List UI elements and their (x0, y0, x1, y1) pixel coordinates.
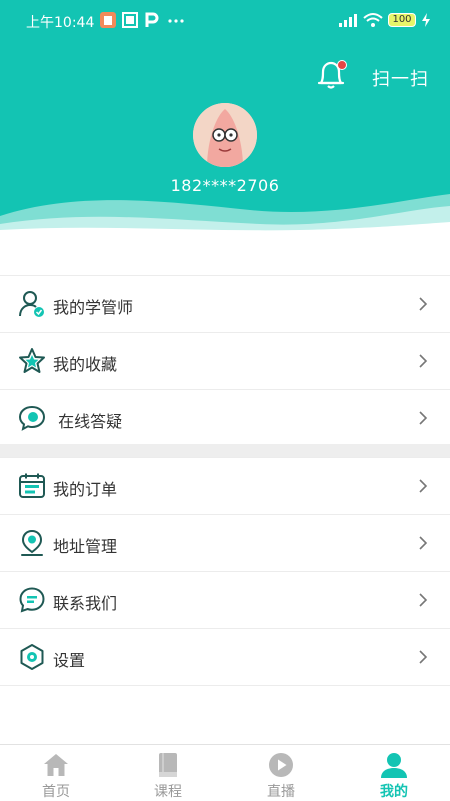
chevron-right-icon (419, 411, 428, 425)
menu-item-address[interactable]: 地址管理 (0, 514, 450, 571)
section-divider (0, 444, 450, 457)
home-icon (44, 754, 68, 776)
p-icon (145, 12, 159, 27)
status-bar: 上午10:44 100 (0, 0, 450, 42)
menu-item-label: 设置 (53, 651, 86, 670)
person-icon (381, 753, 407, 778)
battery-icon: 100 (388, 13, 416, 27)
bottom-tab-bar: 首页 课程 直播 我的 (0, 744, 450, 801)
play-icon (269, 753, 293, 777)
menu-item-orders[interactable]: 我的订单 (0, 457, 450, 514)
tab-label: 首页 (42, 784, 70, 800)
chevron-right-icon (419, 536, 428, 550)
chevron-right-icon (419, 297, 428, 311)
menu-item-favorites[interactable]: 我的收藏 (0, 332, 450, 389)
charging-icon (422, 13, 430, 27)
location-icon (21, 529, 43, 556)
tab-mine[interactable]: 我的 (338, 745, 450, 801)
menu-group-primary: 我的学管师 我的收藏 在线答疑 (0, 275, 450, 446)
menu-item-online-qa[interactable]: 在线答疑 (0, 389, 450, 446)
tab-courses[interactable]: 课程 (112, 745, 224, 801)
notification-bell-icon[interactable] (313, 58, 351, 92)
book-icon (159, 753, 177, 777)
avatar[interactable] (193, 103, 257, 167)
menu-item-contact[interactable]: 联系我们 (0, 571, 450, 628)
menu-group-secondary: 我的订单 地址管理 联系我们 设置 (0, 457, 450, 686)
tab-home[interactable]: 首页 (0, 745, 112, 801)
scan-button[interactable]: 扫一扫 (372, 65, 429, 91)
settings-icon (20, 644, 44, 670)
menu-item-settings[interactable]: 设置 (0, 628, 450, 686)
chevron-right-icon (419, 650, 428, 664)
wifi-icon (363, 13, 383, 27)
contact-chat-icon (19, 587, 45, 613)
user-phone: 182****2706 (170, 176, 280, 195)
tab-label: 直播 (267, 784, 295, 800)
chevron-right-icon (419, 479, 428, 493)
menu-item-label: 地址管理 (53, 537, 118, 556)
star-icon (19, 348, 45, 373)
menu-item-label: 我的学管师 (53, 298, 134, 317)
menu-item-label: 联系我们 (53, 594, 118, 613)
chat-question-icon (18, 405, 46, 431)
tutor-icon (19, 291, 44, 317)
menu-item-tutor[interactable]: 我的学管师 (0, 275, 450, 332)
more-dots-icon (168, 19, 184, 23)
menu-item-label: 我的收藏 (53, 355, 118, 374)
chevron-right-icon (419, 354, 428, 368)
notification-icon (100, 12, 116, 28)
signal-icon (339, 14, 357, 27)
tab-label: 我的 (380, 784, 408, 800)
app-icon (122, 12, 138, 28)
notification-badge (337, 60, 347, 70)
calendar-order-icon (19, 473, 45, 498)
menu-item-label: 我的订单 (53, 480, 118, 499)
menu-item-label: 在线答疑 (53, 412, 123, 431)
tab-live[interactable]: 直播 (225, 745, 337, 801)
avatar-image (193, 103, 257, 167)
tab-label: 课程 (154, 784, 182, 800)
status-time: 上午10:44 (26, 15, 95, 31)
chevron-right-icon (419, 593, 428, 607)
